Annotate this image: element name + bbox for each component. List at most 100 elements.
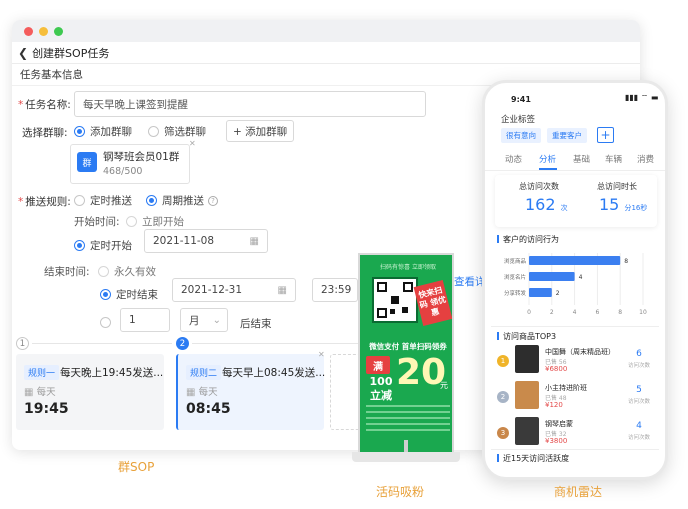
close-icon[interactable]: ✕ — [318, 350, 325, 359]
tag-chip[interactable]: 很有意向 — [501, 128, 541, 143]
product-item[interactable]: 1 中国舞（周末精品班） 已售 56 ¥6800 6 访问次数 — [497, 345, 657, 379]
group-count: 468/500 — [103, 166, 143, 177]
product-visit-count: 5 — [636, 385, 642, 395]
radio-timed-push[interactable]: 定时推送 — [74, 193, 132, 208]
tab-basic[interactable]: 基础 — [573, 153, 590, 165]
visit-stats-card: 总访问次数 162 次 总访问时长 15 分16秒 — [495, 175, 657, 227]
task-name-input[interactable]: 每天早晚上课签到提醒 — [74, 91, 426, 117]
start-date-value: 2021-11-08 — [153, 235, 215, 247]
radio-periodic-push-label: 周期推送 — [162, 195, 204, 207]
stat-value: 15 分16秒 — [599, 195, 647, 214]
rank-medal-icon: 2 — [497, 391, 509, 403]
help-icon[interactable]: ? — [208, 195, 218, 206]
close-dot[interactable] — [24, 26, 33, 36]
maximize-dot[interactable] — [54, 26, 63, 36]
end-time-label: 结束时间: — [44, 266, 90, 278]
radio-start-timed-label: 定时开始 — [90, 240, 132, 252]
qr-code-icon — [372, 277, 418, 323]
x-tick-label: 10 — [639, 309, 647, 316]
poster-big-number: 20 — [396, 352, 447, 393]
poster-board: 扫码有惊喜 立即领取 快来扫码 领优惠 微信支付 首单扫码领券 满 20 元 1… — [358, 253, 454, 453]
tag-chip[interactable]: 重要客户 — [547, 128, 587, 143]
rule-tag: 规则二 — [186, 365, 222, 380]
rule-tag: 规则一 — [24, 365, 60, 380]
end-time-input[interactable]: 23:59 — [312, 278, 358, 302]
product-thumbnail — [515, 345, 539, 373]
radio-filter-group[interactable]: 筛选群聊 — [148, 124, 206, 139]
bar — [529, 272, 575, 281]
radio-add-group-label: 添加群聊 — [90, 126, 132, 138]
rank-medal-icon: 1 — [497, 355, 509, 367]
tab-dynamics[interactable]: 动态 — [505, 153, 522, 165]
group-avatar: 群 — [77, 152, 97, 172]
group-card: 群 钢琴班会员01群 468/500 ✕ — [70, 139, 196, 184]
behavior-title: 客户的访问行为 — [497, 234, 559, 245]
stat-number: 15 — [599, 195, 620, 214]
bar — [529, 288, 552, 297]
tab-vehicle[interactable]: 车辆 — [605, 153, 622, 165]
rule-title: 每天晚上19:45发送... — [60, 367, 164, 379]
radio-on-icon — [146, 195, 157, 206]
poster-mid-text: 微信支付 首单扫码领券 — [369, 342, 447, 351]
product-price: ¥6800 — [545, 365, 568, 373]
radio-on-icon — [74, 240, 85, 251]
add-tag-icon[interactable]: + — [597, 127, 614, 143]
radio-end-forever[interactable]: 永久有效 — [98, 264, 156, 279]
tab-analysis[interactable]: 分析 — [539, 153, 556, 165]
rule-day-text: 每天 — [36, 387, 56, 398]
step-card-2[interactable]: 规则二 每天早上08:45发送... ▦ 每天 08:45 ✕ — [176, 350, 326, 430]
tag-section-title: 企业标签 — [501, 115, 536, 125]
category-label: 浏览商品 — [504, 257, 527, 265]
minimize-dot[interactable] — [39, 26, 48, 36]
radio-end-timed-label: 定时结束 — [116, 289, 158, 301]
radio-end-forever-label: 永久有效 — [114, 266, 156, 278]
radio-start-timed[interactable]: 定时开始 — [74, 238, 132, 253]
step-number-2: 2 — [176, 337, 189, 350]
phone-tabs: 动态 分析 基础 车辆 消费 — [485, 149, 665, 171]
step-card-1[interactable]: 规则一 每天晚上19:45发送... ▦ 每天 19:45 — [16, 354, 164, 430]
remove-group-icon[interactable]: ✕ — [189, 139, 196, 148]
product-item[interactable]: 3 钢琴启蒙 已售 32 ¥3800 4 访问次数 — [497, 417, 657, 451]
standee-poster: 扫码有惊喜 立即领取 快来扫码 领优惠 微信支付 首单扫码领券 满 20 元 1… — [358, 253, 454, 453]
radio-periodic-push[interactable]: 周期推送 ? — [146, 193, 218, 208]
product-visit-count: 4 — [636, 421, 642, 431]
status-bar: 9:41 ▮▮▮ ⌔ ▬ — [485, 83, 665, 107]
radio-start-now-label: 立即开始 — [142, 216, 184, 228]
push-rule-label: 推送规则: — [25, 196, 71, 208]
back-arrow-icon[interactable]: ❮ — [18, 46, 28, 60]
caption-sop: 群SOP — [118, 460, 155, 474]
product-item[interactable]: 2 小主持进阶班 已售 48 ¥120 5 访问次数 — [497, 381, 657, 415]
radio-start-now[interactable]: 立即开始 — [126, 214, 184, 229]
x-tick-label: 6 — [595, 309, 599, 316]
divider — [491, 449, 659, 450]
radio-end-timed[interactable]: 定时结束 — [100, 287, 158, 302]
step-connector — [32, 343, 172, 344]
radio-off-icon — [100, 317, 111, 328]
caption-radar: 商机雷达 — [554, 485, 603, 499]
calendar-icon: ▦ — [249, 235, 259, 247]
poster-man: 满 — [366, 356, 390, 374]
poster-lijian: 100立减 — [369, 375, 393, 402]
poster-footer-lines — [366, 405, 450, 435]
poster-yuan: 元 — [440, 381, 448, 390]
radio-add-group[interactable]: 添加群聊 — [74, 124, 132, 139]
start-date-input[interactable]: 2021-11-08 ▦ — [144, 229, 268, 253]
radio-off-icon — [126, 216, 137, 227]
radio-off-icon — [148, 126, 159, 137]
rule-title: 每天早上08:45发送... — [222, 367, 326, 379]
tab-consume[interactable]: 消费 — [637, 153, 654, 165]
status-time: 9:41 — [511, 95, 531, 104]
radio-end-after[interactable] — [100, 317, 116, 328]
end-date-input[interactable]: 2021-12-31 ▦ — [172, 278, 296, 302]
product-price: ¥120 — [545, 401, 563, 409]
product-visit-label: 访问次数 — [627, 435, 650, 441]
step-number-1: 1 — [16, 337, 29, 350]
phone-mockup: 9:41 ▮▮▮ ⌔ ▬ 企业标签 很有意向 重要客户 + 动态 分析 基础 车… — [482, 80, 668, 480]
add-group-button[interactable]: + 添加群聊 — [226, 120, 295, 142]
product-thumbnail — [515, 417, 539, 445]
x-tick-label: 4 — [573, 309, 577, 316]
period-count-input[interactable]: 1 — [120, 308, 170, 332]
stat-label: 总访问次数 — [519, 182, 559, 191]
end-date-value: 2021-12-31 — [181, 284, 243, 296]
period-unit-select[interactable]: 月 ⌄ — [180, 308, 228, 332]
